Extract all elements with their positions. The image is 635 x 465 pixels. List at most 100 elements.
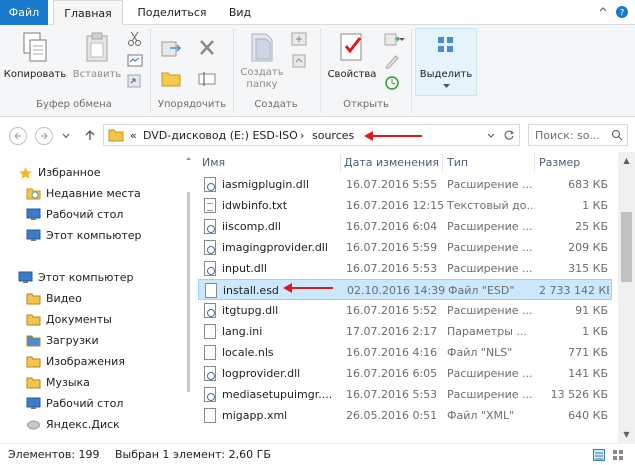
pictures-folder-icon [26, 355, 41, 368]
dll-file-icon [204, 177, 216, 192]
breadcrumb-separator[interactable]: › [300, 129, 304, 142]
details-view-icon[interactable] [593, 449, 605, 461]
selection-info: Выбран 1 элемент: 2,60 ГБ [115, 448, 271, 461]
rename-icon[interactable] [196, 69, 220, 89]
xml-file-icon [204, 408, 216, 423]
nav-item[interactable]: Видео [0, 289, 180, 309]
tab-view[interactable]: Вид [220, 0, 260, 25]
group-separator [411, 29, 412, 113]
large-icons-view-icon[interactable] [612, 449, 624, 461]
dll-file-icon [204, 366, 216, 381]
nav-item[interactable]: Загрузки [0, 331, 180, 351]
nav-item[interactable]: Рабочий стол [0, 205, 180, 225]
folder-icon [108, 129, 124, 142]
nav-item[interactable]: Избранное [0, 163, 180, 183]
nav-item-label: Изображения [46, 355, 125, 368]
nav-item[interactable]: Музыка [0, 373, 180, 393]
help-icon[interactable]: ? [615, 5, 629, 19]
file-row[interactable]: lang.ini 17.07.2016 2:17 Параметры ... 1 КБ [198, 321, 612, 342]
new-folder-label-2: папку [246, 79, 278, 90]
item-count: Элементов: 199 [8, 448, 100, 461]
ribbon-collapse-icon[interactable] [596, 5, 610, 19]
breadcrumb-drive[interactable]: DVD-дисковод (E:) ESD-ISO [143, 129, 298, 142]
address-bar[interactable]: « DVD-дисковод (E:) ESD-ISO › sources [103, 124, 520, 146]
new-item-icon[interactable] [290, 31, 308, 47]
file-row[interactable]: idwbinfo.txt 16.07.2016 12:15 Текстовый до… [198, 195, 612, 216]
file-row[interactable]: iiscomp.dll 16.07.2016 6:04 Расширение ...… [198, 216, 612, 237]
select-icon [438, 37, 453, 52]
nav-item[interactable]: Изображения [0, 352, 180, 372]
column-header-type[interactable]: Тип [447, 156, 468, 169]
edit-icon[interactable] [383, 53, 401, 69]
history-icon[interactable] [383, 75, 401, 91]
nav-item[interactable]: Яндекс.Диск [0, 415, 180, 435]
move-to-icon[interactable] [160, 38, 184, 60]
nav-item[interactable]: Этот компьютер [0, 268, 180, 288]
nav-scrollbar[interactable] [183, 152, 194, 443]
file-type: Расширение ... [447, 388, 533, 401]
organize-group-label: Упорядочить [157, 99, 227, 110]
video-folder-icon [26, 292, 41, 305]
nav-item[interactable]: Рабочий стол [0, 394, 180, 414]
file-list-scrollbar[interactable]: ▲ ▼ [618, 152, 635, 443]
file-row[interactable]: migapp.xml 26.05.2016 0:51 Файл "XML" 640 К… [198, 405, 612, 426]
open-dropdown-icon[interactable] [398, 35, 406, 43]
select-button[interactable]: Выделить [415, 28, 477, 96]
column-header-size[interactable]: Размер [539, 156, 580, 169]
ribbon-tabs: Файл Главная Поделиться Вид ? [0, 0, 635, 26]
nav-item[interactable]: Этот компьютер [0, 226, 180, 246]
copy-path-icon[interactable] [126, 53, 144, 69]
scroll-down-icon[interactable]: ▼ [618, 426, 635, 443]
back-button[interactable] [9, 127, 27, 145]
svg-text:?: ? [620, 9, 625, 19]
up-icon[interactable] [84, 129, 96, 141]
file-row[interactable]: itgtupg.dll 16.07.2016 5:52 Расширение ...… [198, 300, 612, 321]
file-date: 16.07.2016 12:15 [346, 199, 445, 212]
column-header-date[interactable]: Дата изменения [344, 156, 439, 169]
copy-to-icon[interactable] [160, 67, 184, 89]
column-separator [340, 154, 341, 172]
tab-file[interactable]: Файл [0, 0, 48, 25]
column-header-name[interactable]: Имя [202, 156, 225, 169]
address-dropdown-icon[interactable] [486, 130, 496, 140]
file-size: 141 КБ [568, 367, 608, 380]
properties-button[interactable]: Свойства [324, 29, 380, 81]
search-input[interactable]: Поиск: so... [528, 124, 628, 146]
file-row[interactable]: mediasetupuimgr.... 16.07.2016 5:53 Расшир… [198, 384, 612, 405]
open-group-label: Открыть [343, 99, 389, 110]
status-bar: Элементов: 199 Выбран 1 элемент: 2,60 ГБ [0, 443, 635, 465]
delete-icon[interactable] [196, 37, 220, 59]
cut-icon[interactable] [126, 31, 144, 47]
nav-item[interactable]: Документы [0, 310, 180, 330]
file-row[interactable]: locale.nls 16.07.2016 4:16 Файл "NLS" 771 К… [198, 342, 612, 363]
copy-button[interactable]: Копировать [2, 29, 68, 81]
refresh-icon[interactable] [503, 129, 515, 141]
file-date: 16.07.2016 6:05 [346, 367, 438, 380]
new-folder-button[interactable]: Создать папку [237, 29, 287, 91]
paste-button[interactable]: Вставить [70, 29, 124, 81]
file-date: 16.07.2016 5:52 [346, 304, 438, 317]
scroll-thumb[interactable] [621, 212, 632, 282]
nav-item-label: Рабочий стол [46, 397, 124, 410]
paste-shortcut-icon[interactable] [126, 73, 144, 89]
search-icon[interactable] [611, 129, 623, 141]
file-row[interactable]: install.esd 02.10.2016 14:39 Файл "ESD" 2 7… [198, 279, 612, 300]
recent-locations-icon[interactable] [62, 133, 70, 139]
breadcrumb-overflow[interactable]: « [130, 129, 137, 142]
file-row[interactable]: input.dll 16.07.2016 5:53 Расширение ... 31… [198, 258, 612, 279]
file-name: itgtupg.dll [222, 304, 279, 317]
file-row[interactable]: imagingprovider.dll 16.07.2016 5:59 Расшир… [198, 237, 612, 258]
file-name: mediasetupuimgr.... [222, 388, 333, 401]
file-name: idwbinfo.txt [222, 199, 288, 212]
group-separator [320, 29, 321, 113]
tab-share[interactable]: Поделиться [127, 0, 217, 25]
breadcrumb-sources[interactable]: sources [312, 129, 354, 142]
scroll-up-icon[interactable]: ▲ [618, 152, 635, 169]
file-type: Текстовый до... [447, 199, 535, 212]
forward-button[interactable] [35, 127, 53, 145]
easy-access-icon[interactable] [290, 53, 308, 69]
file-row[interactable]: iasmigplugin.dll 16.07.2016 5:55 Расширени… [198, 174, 612, 195]
file-row[interactable]: logprovider.dll 16.07.2016 6:05 Расширение… [198, 363, 612, 384]
nav-item[interactable]: Недавние места [0, 184, 180, 204]
tab-home[interactable]: Главная [53, 0, 123, 26]
